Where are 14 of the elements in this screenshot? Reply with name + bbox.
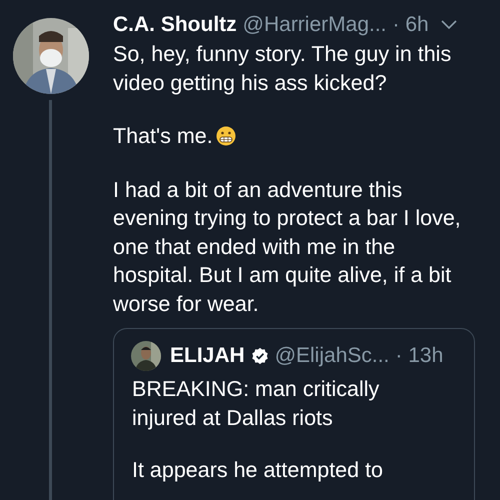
tweet-text: That's me. [113,122,465,150]
grimace-emoji-icon [216,126,236,146]
quoted-author-name[interactable]: ELIJAH [170,344,245,368]
author-name[interactable]: C.A. Shoultz [113,13,237,37]
quoted-tweet-text: It appears he attempted to [132,457,384,484]
quoted-tweet-text: BREAKING: man critically injured at Dallas riots [132,376,380,432]
author-handle[interactable]: @HarrierMag... [242,13,386,37]
quoted-author-handle[interactable]: @ElijahSc... [274,344,390,368]
chevron-down-icon[interactable] [440,20,457,30]
quoted-tweet-time[interactable]: · 13h [395,344,444,368]
tweet-time[interactable]: · 6h [392,13,429,37]
quoted-tweet-card[interactable]: ELIJAH @ElijahSc... · 13h BREAKING: man critically injured at Dallas riots It appears he attempted to [113,328,475,500]
tweet-text: So, hey, funny story. The guy in this video getting his ass kicked? [113,41,452,96]
tweet-text: I had a bit of an adventure this evening trying to protect a bar I love, one that ended with me in the hospital. But I am quite alive, if a bit worse for wear. [113,176,462,318]
